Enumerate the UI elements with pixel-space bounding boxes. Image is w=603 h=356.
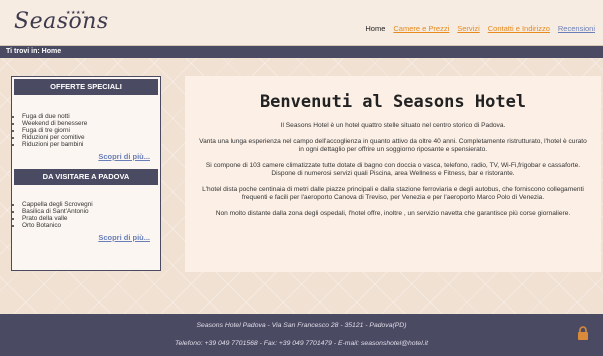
footer-address: Seasons Hotel Padova - Via San Francesco…: [196, 322, 407, 329]
shuttle-paragraph: Non molto distante dalla zona degli ospe…: [215, 210, 571, 217]
nav-reviews-link[interactable]: Recensioni: [558, 24, 595, 33]
sidebar: OFFERTE SPECIALI Fuga di due notti Weeke…: [11, 76, 161, 271]
footer-contacts: Telefono: +39 049 7701568 - Fax: +39 049…: [174, 340, 429, 347]
visit-list: Cappella degli Scrovegni Basilica di San…: [12, 201, 160, 229]
list-item: Riduzioni per bambini: [22, 141, 160, 148]
list-item: Fuga di tre giorni: [22, 127, 160, 134]
nav-home-link[interactable]: Home: [365, 24, 385, 33]
nav-services-link[interactable]: Servizi: [457, 24, 480, 33]
site-logo[interactable]: Seasons: [14, 9, 109, 34]
experience-paragraph: Vanta una lunga esperienza nel campo del…: [199, 138, 587, 153]
list-item: Basilica di Sant'Antonio: [22, 208, 160, 215]
site-header: Seasons ★★★★ Home Camere e Prezzi Serviz…: [0, 0, 603, 46]
nav-contacts-link[interactable]: Contatti e Indirizzo: [488, 24, 550, 33]
rooms-paragraph: Si compone di 103 camere climatizzate tu…: [205, 162, 581, 177]
breadcrumb: Ti trovi in: Home: [0, 46, 603, 58]
page-title: Benvenuti al Seasons Hotel: [259, 92, 527, 112]
offers-more-link[interactable]: Scopri di più...: [12, 152, 160, 161]
lock-icon[interactable]: [577, 326, 589, 340]
list-item: Fuga di due notti: [22, 113, 160, 120]
star-rating-icon: ★★★★: [66, 10, 86, 16]
list-item: Riduzioni per comitive: [22, 134, 160, 141]
offers-list: Fuga di due notti Weekend di benessere F…: [12, 113, 160, 148]
location-paragraph: L'hotel dista poche centinaia di metri d…: [202, 186, 584, 201]
visit-more-link[interactable]: Scopri di più...: [12, 233, 160, 242]
intro-paragraph: Il Seasons Hotel è un hotel quattro stel…: [280, 122, 506, 129]
list-item: Cappella degli Scrovegni: [22, 201, 160, 208]
main-nav: Home Camere e Prezzi Servizi Contatti e …: [365, 24, 595, 33]
offers-heading: OFFERTE SPECIALI: [14, 79, 158, 95]
main-content: Benvenuti al Seasons Hotel Il Seasons Ho…: [185, 76, 601, 272]
list-item: Prato della valle: [22, 215, 160, 222]
visit-heading: DA VISITARE A PADOVA: [14, 169, 158, 185]
site-footer: Seasons Hotel Padova - Via San Francesco…: [0, 314, 603, 356]
list-item: Weekend di benessere: [22, 120, 160, 127]
nav-rooms-link[interactable]: Camere e Prezzi: [393, 24, 449, 33]
list-item: Orto Botanico: [22, 222, 160, 229]
